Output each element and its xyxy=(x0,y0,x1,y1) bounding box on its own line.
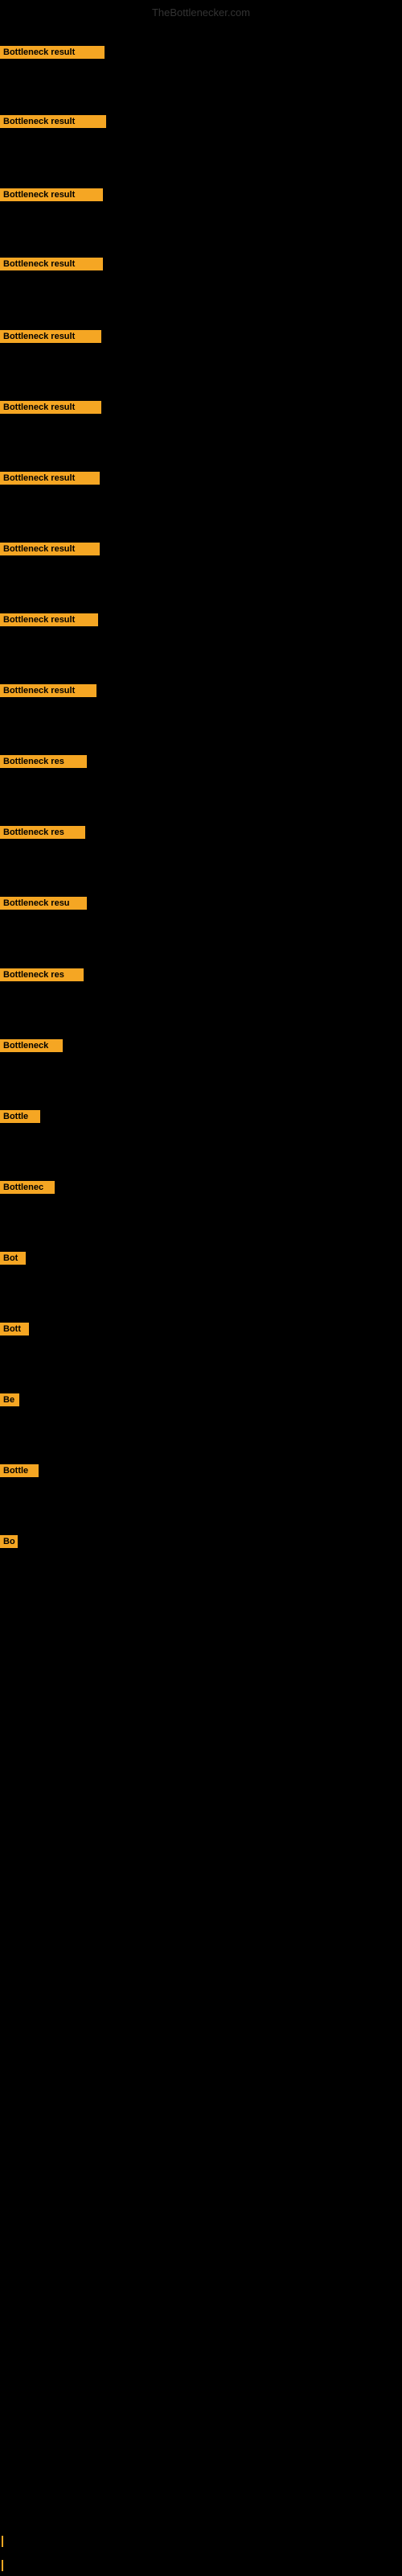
bottleneck-badge: Bottleneck res xyxy=(0,755,87,768)
bottleneck-badge: Bottleneck result xyxy=(0,472,100,485)
bottleneck-badge: Bottlenec xyxy=(0,1181,55,1194)
site-title: TheBottlenecker.com xyxy=(0,6,402,19)
vertical-line xyxy=(2,2560,3,2571)
bottleneck-badge: Bottleneck result xyxy=(0,115,106,128)
bottleneck-badge: Bottle xyxy=(0,1464,39,1477)
bottleneck-badge: Bottleneck result xyxy=(0,330,101,343)
bottleneck-badge: Bottleneck res xyxy=(0,826,85,839)
bottleneck-badge: Be xyxy=(0,1393,19,1406)
bottleneck-badge: Bottleneck result xyxy=(0,46,105,59)
bottleneck-badge: Bottleneck result xyxy=(0,543,100,555)
vertical-line xyxy=(2,1323,3,1334)
bottleneck-badge: Bottleneck result xyxy=(0,188,103,201)
bottleneck-badge: Bottleneck result xyxy=(0,401,101,414)
bottleneck-badge: Bottleneck result xyxy=(0,258,103,270)
bottleneck-badge: Bottleneck resu xyxy=(0,897,87,910)
bottleneck-badge: Bott xyxy=(0,1323,29,1335)
bottleneck-badge: Bottleneck result xyxy=(0,684,96,697)
bottleneck-badge: Bottleneck res xyxy=(0,968,84,981)
bottleneck-badge: Bot xyxy=(0,1252,26,1265)
bottleneck-badge: Bottleneck result xyxy=(0,613,98,626)
bottleneck-badge: Bo xyxy=(0,1535,18,1548)
bottleneck-badge: Bottle xyxy=(0,1110,40,1123)
vertical-line xyxy=(2,2536,3,2547)
bottleneck-badge: Bottleneck xyxy=(0,1039,63,1052)
